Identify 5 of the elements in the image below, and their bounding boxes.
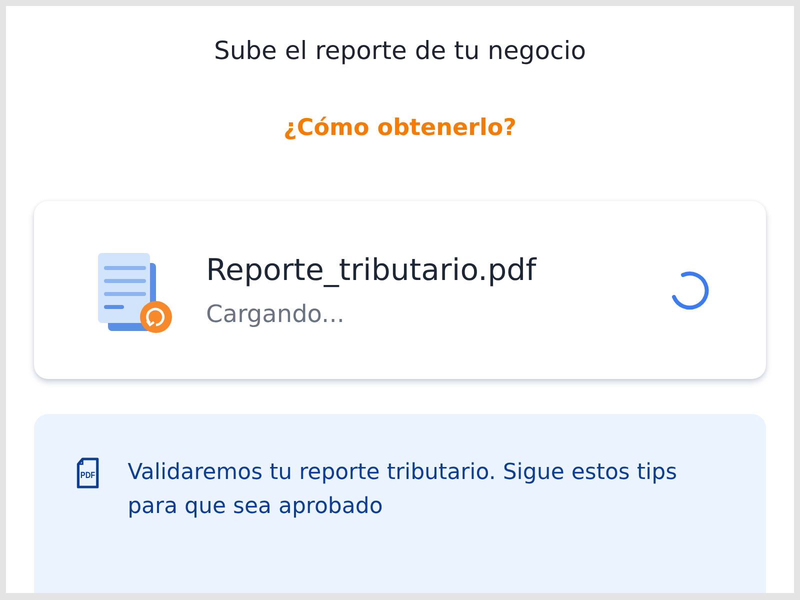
page-title: Sube el reporte de tu negocio (214, 36, 586, 65)
file-name: Reporte_tributario.pdf (206, 252, 538, 288)
upload-status: Cargando... (206, 300, 346, 328)
info-message: Validaremos tu reporte tributario. Sigue estos tips para que sea aprobado (128, 459, 678, 522)
help-link[interactable]: ¿Cómo obtenerlo? (284, 115, 516, 141)
